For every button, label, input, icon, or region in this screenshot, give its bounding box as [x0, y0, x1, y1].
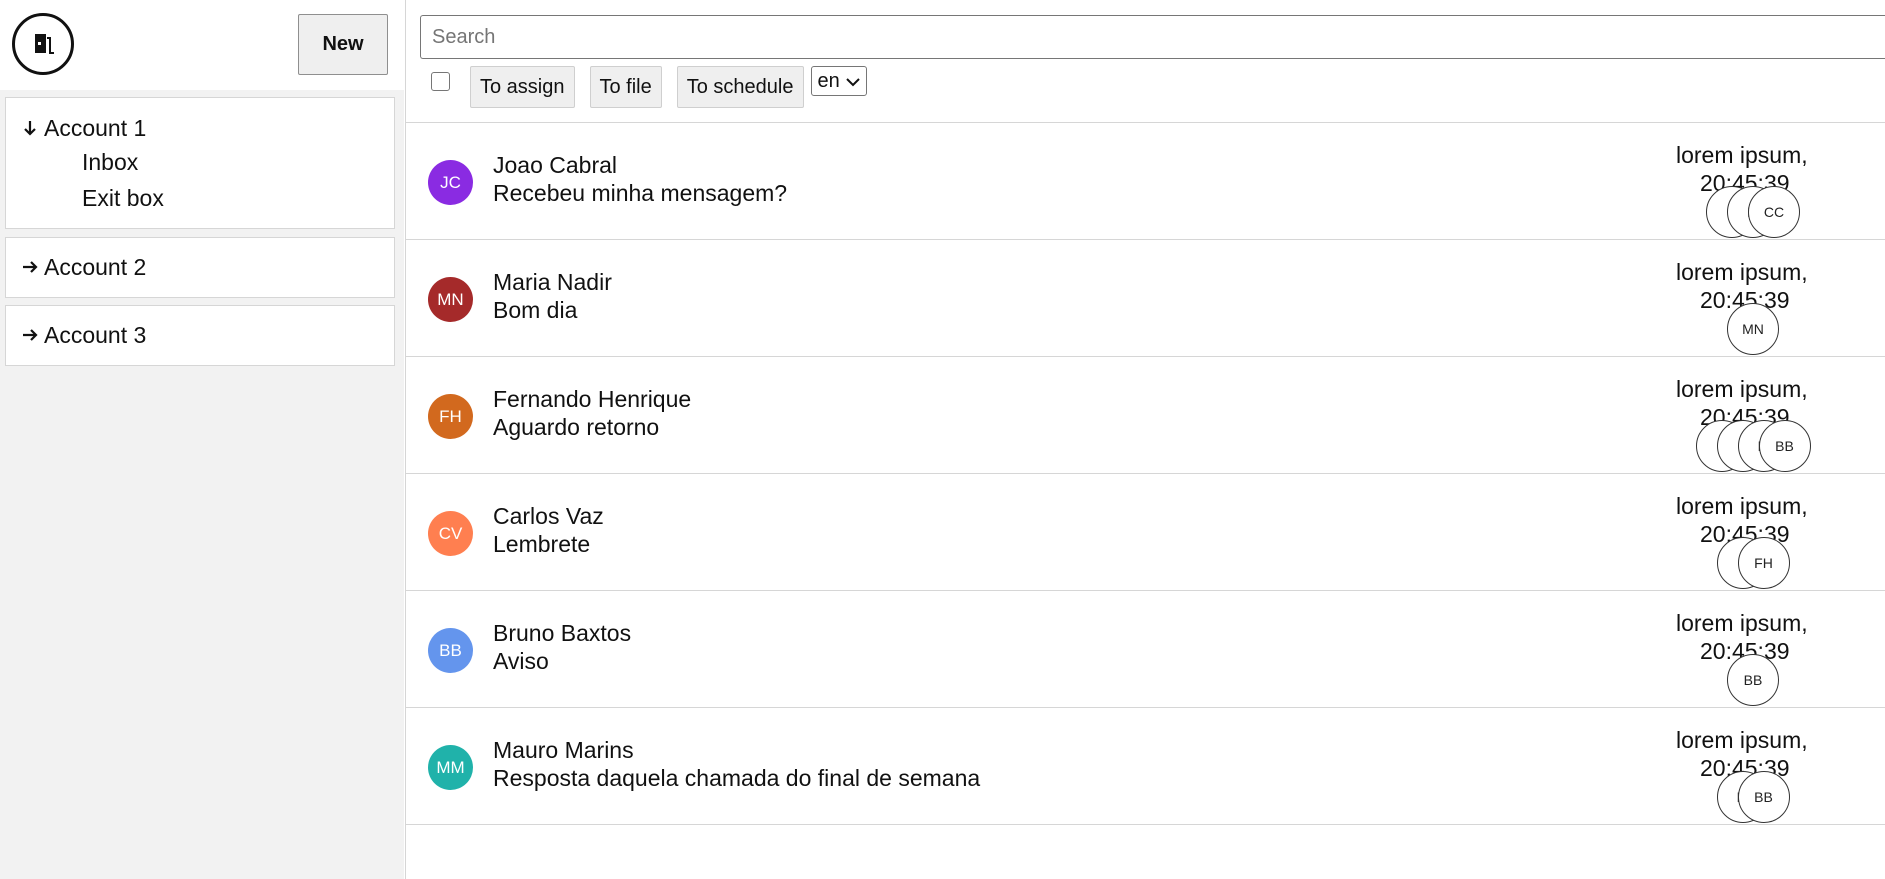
timestamp-date: lorem ipsum,	[1676, 610, 1808, 636]
account-label: Account 2	[44, 253, 147, 280]
to-schedule-button[interactable]: To schedule	[676, 66, 804, 108]
avatar: MM	[428, 745, 473, 790]
message-preview: Lembrete	[493, 531, 591, 557]
contact-name: Bruno Baxtos	[493, 620, 632, 646]
message-preview: Aviso	[493, 648, 549, 674]
select-all-checkbox[interactable]	[431, 72, 450, 91]
avatar: JC	[428, 160, 473, 205]
assignee-chips: MBB	[1716, 771, 1790, 823]
message-preview: Recebeu minha mensagem?	[493, 180, 788, 206]
account-1-group: Account 1 Inbox Exit box	[5, 97, 395, 229]
arrow-down-icon	[20, 120, 40, 136]
search-input[interactable]	[420, 15, 1885, 59]
sidebar-header: New	[0, 0, 404, 90]
conversation-row[interactable]: MM Mauro Marins Resposta daquela chamada d…	[406, 708, 1885, 825]
conversation-row[interactable]: FH Fernando Henrique Aguardo retorno lorem …	[406, 357, 1885, 474]
assignee-chip[interactable]: MN	[1727, 303, 1779, 355]
sidebar-item-exit-box[interactable]: Exit box	[6, 180, 394, 216]
timestamp-date: lorem ipsum,	[1676, 493, 1808, 519]
message-preview: Resposta daquela chamada do final de sem…	[493, 765, 981, 791]
conversation-row[interactable]: JC Joao Cabral Recebeu minha mensagem? lore…	[406, 123, 1885, 240]
avatar: MN	[428, 277, 473, 322]
account-1-toggle[interactable]: Account 1	[6, 112, 394, 144]
contact-name: Mauro Marins	[493, 737, 634, 763]
to-file-button[interactable]: To file	[589, 66, 662, 108]
main-panel: To assign To file To schedule en JC Joao …	[405, 0, 1885, 879]
account-2-group: Account 2	[5, 237, 395, 298]
account-label: Account 3	[44, 321, 147, 348]
assignee-chip[interactable]: FH	[1737, 537, 1790, 589]
avatar: FH	[428, 394, 473, 439]
assignee-chips: CFH	[1716, 537, 1790, 589]
timestamp-date: lorem ipsum,	[1676, 259, 1808, 285]
conversation-row[interactable]: BB Bruno Baxtos Aviso lorem ipsum, 20:45:39 B…	[406, 591, 1885, 708]
toolbar: To assign To file To schedule en	[431, 66, 867, 108]
timestamp-date: lorem ipsum,	[1676, 727, 1808, 753]
contact-name: Carlos Vaz	[493, 503, 604, 529]
assignee-chips: JMCC	[1706, 186, 1800, 238]
to-assign-button[interactable]: To assign	[470, 66, 575, 108]
contact-name: Maria Nadir	[493, 269, 612, 295]
timestamp-date: lorem ipsum,	[1676, 376, 1808, 402]
avatar: BB	[428, 628, 473, 673]
arrow-right-icon	[20, 328, 40, 342]
assignee-chips: BB	[1727, 654, 1779, 706]
assignee-chip[interactable]: CC	[1748, 186, 1800, 238]
assignee-chip[interactable]: BB	[1727, 654, 1779, 706]
conversation-list: JC Joao Cabral Recebeu minha mensagem? lore…	[406, 122, 1885, 825]
timestamp-date: lorem ipsum,	[1676, 142, 1808, 168]
assignee-chips: MN	[1727, 303, 1779, 355]
language-value: en	[817, 69, 840, 92]
assignee-chip[interactable]: BB	[1737, 771, 1790, 823]
arrow-right-icon	[20, 260, 40, 274]
account-label: Account 1	[44, 114, 147, 141]
assignee-chips: FCMBB	[1695, 420, 1811, 472]
message-preview: Aguardo retorno	[493, 414, 660, 440]
exit-door-icon[interactable]	[12, 13, 74, 75]
sidebar: New Account 1 Inbox Exit box Account 2 A…	[0, 0, 404, 879]
account-2-toggle[interactable]: Account 2	[6, 251, 394, 283]
avatar: CV	[428, 511, 473, 556]
sidebar-item-inbox[interactable]: Inbox	[6, 144, 394, 180]
chevron-down-icon	[846, 70, 860, 93]
contact-name: Fernando Henrique	[493, 386, 692, 412]
account-3-toggle[interactable]: Account 3	[6, 319, 394, 351]
conversation-row[interactable]: CV Carlos Vaz Lembrete lorem ipsum, 20:45:39…	[406, 474, 1885, 591]
language-select[interactable]: en	[810, 66, 867, 96]
message-preview: Bom dia	[493, 297, 578, 323]
conversation-row[interactable]: MN Maria Nadir Bom dia lorem ipsum, 20:45:39…	[406, 240, 1885, 357]
new-button[interactable]: New	[298, 14, 388, 75]
account-3-group: Account 3	[5, 305, 395, 366]
contact-name: Joao Cabral	[493, 152, 618, 178]
assignee-chip[interactable]: BB	[1758, 420, 1811, 472]
